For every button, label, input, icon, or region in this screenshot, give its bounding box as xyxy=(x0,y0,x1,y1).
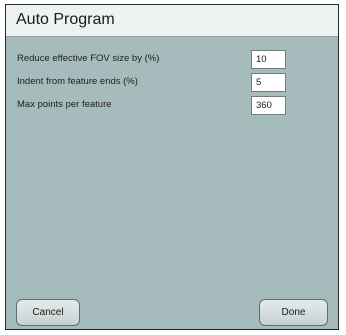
cancel-button[interactable]: Cancel xyxy=(16,299,80,326)
indent-row: Indent from feature ends (%) xyxy=(6,72,338,94)
dialog-title: Auto Program xyxy=(16,11,115,28)
max-points-label: Max points per feature xyxy=(17,99,112,110)
indent-label: Indent from feature ends (%) xyxy=(17,76,138,87)
fov-reduction-row: Reduce effective FOV size by (%) xyxy=(6,49,338,71)
fov-reduction-input[interactable] xyxy=(251,50,286,69)
max-points-input[interactable] xyxy=(251,96,286,115)
max-points-row: Max points per feature xyxy=(6,95,338,117)
auto-program-dialog: Auto Program Reduce effective FOV size b… xyxy=(5,4,339,330)
done-button[interactable]: Done xyxy=(259,299,328,326)
fov-reduction-label: Reduce effective FOV size by (%) xyxy=(17,53,160,64)
indent-input[interactable] xyxy=(251,73,286,92)
dialog-title-bar: Auto Program xyxy=(6,5,338,37)
